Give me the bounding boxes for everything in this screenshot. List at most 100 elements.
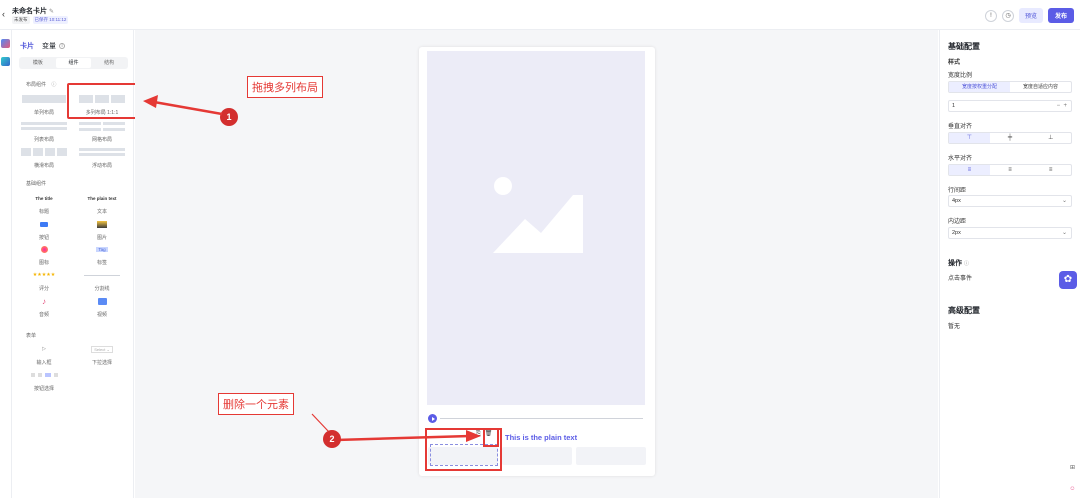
component-label: 按钮	[38, 235, 49, 241]
top-bar: ‹ 未命名卡片 ✎ 未发布 已保存 10:11:12 ! ◷ 预览 发布	[0, 0, 1080, 30]
plain-text[interactable]: This is the plain text	[505, 433, 577, 442]
tab-card[interactable]: 卡片	[20, 41, 34, 51]
list-thumb	[18, 121, 70, 131]
selected-column-outline	[430, 444, 498, 466]
chevron-down-icon: ⌄	[1061, 198, 1067, 204]
row-gap-label: 行间距	[948, 188, 967, 194]
step-badge-1: 1	[220, 108, 238, 126]
component-audio[interactable]: ♪ 音频	[18, 296, 70, 319]
saved-badge: 已保存 10:11:12	[32, 16, 69, 24]
publish-button[interactable]: 发布	[1047, 8, 1074, 23]
card-preview: ⎘ 🗑 This is the plain text	[419, 47, 655, 476]
delete-highlight	[483, 428, 499, 447]
form-section-label: 表单	[26, 333, 37, 339]
column-cell[interactable]	[576, 447, 646, 465]
align-top-icon[interactable]: ⊤	[949, 133, 990, 143]
align-bottom-icon[interactable]: ⊥	[1030, 133, 1071, 143]
qr-icon[interactable]: ⊞	[1068, 464, 1077, 473]
layout-item-label: 网格布局	[91, 137, 112, 143]
progress-track[interactable]	[440, 418, 643, 419]
step-badge-2: 2	[323, 430, 341, 448]
component-label: 图标	[38, 260, 49, 266]
vertical-align-label: 垂直对齐	[948, 124, 973, 130]
width-by-weight[interactable]: 宽度按权重分配	[949, 82, 1010, 92]
width-ratio-segment: 宽度按权重分配 宽度自适应内容	[948, 81, 1072, 93]
seg-structure[interactable]: 结构	[91, 58, 127, 68]
component-tag[interactable]: Tag 标签	[76, 244, 128, 266]
layout-item-label: 列表布局	[33, 137, 54, 143]
text-thumb: The plain text	[76, 193, 128, 203]
status-tags: 未发布 已保存 10:11:12	[12, 16, 69, 24]
title-sample: The title	[35, 195, 53, 201]
edit-icon[interactable]: ✎	[49, 9, 54, 15]
horizontal-scroll-thumb	[18, 147, 70, 157]
app-icon[interactable]	[1, 39, 10, 48]
layout-grid[interactable]: 网格布局	[76, 121, 128, 143]
panel-tabs: 卡片 变量 i	[20, 41, 65, 51]
image-icon	[76, 219, 128, 229]
single-column-thumb	[18, 94, 70, 104]
row-gap-value: 4px	[952, 198, 961, 204]
preview-button[interactable]: 预览	[1018, 8, 1043, 23]
info-icon[interactable]: !	[984, 9, 997, 22]
stepper-buttons[interactable]: − +	[1057, 101, 1067, 111]
seg-template[interactable]: 模板	[20, 58, 56, 68]
align-right-icon[interactable]: ≡	[1030, 165, 1071, 175]
component-label: 图片	[96, 235, 107, 241]
component-title[interactable]: The title 标题	[18, 193, 70, 216]
button-select-thumb	[18, 370, 70, 380]
layout-single-column[interactable]: 单列布局	[18, 94, 70, 116]
padding-select[interactable]: 2px ⌄	[948, 227, 1072, 239]
chevron-left-icon[interactable]: ‹	[2, 9, 5, 19]
vertical-align-segment: ⊤ ╪ ⊥	[948, 132, 1072, 144]
feedback-icon[interactable]: ☺	[1068, 486, 1077, 495]
component-label: 标签	[96, 260, 107, 266]
component-button-select[interactable]: 按钮选择	[18, 370, 70, 392]
component-label: 分割线	[94, 286, 110, 292]
component-video[interactable]: 视频	[76, 296, 128, 318]
component-input[interactable]: ▷ 输入框	[18, 344, 70, 366]
video-icon	[76, 296, 128, 306]
play-icon[interactable]	[428, 414, 437, 423]
panel-segment: 模板 组件 结构	[19, 57, 128, 69]
info-icon: i	[59, 43, 65, 49]
icon-thumb	[18, 244, 70, 254]
tab-variables[interactable]: 变量	[42, 41, 56, 51]
width-ratio-label: 宽度比例	[948, 73, 973, 79]
layout-horizontal-scroll[interactable]: 横滑布局	[18, 147, 70, 169]
seg-components[interactable]: 组件	[55, 58, 92, 68]
component-text[interactable]: The plain text 文本	[76, 193, 128, 216]
card-title[interactable]: 未命名卡片 ✎	[12, 6, 54, 16]
component-icon[interactable]: 图标	[18, 244, 70, 266]
style-label: 样式	[948, 60, 961, 66]
component-image[interactable]: 图片	[76, 219, 128, 241]
align-center-icon[interactable]: ≡	[990, 165, 1031, 175]
component-select[interactable]: Select ⌄ 下拉选择	[76, 344, 128, 366]
align-left-icon[interactable]: ≡	[949, 165, 990, 175]
component-divider[interactable]: 分割线	[76, 270, 128, 292]
callout-drag-multi-column: 拖拽多列布局	[247, 76, 323, 98]
component-rating[interactable]: ★★★★★ 评分	[18, 270, 70, 292]
click-event-label[interactable]: 点击事件	[948, 273, 972, 282]
component-button[interactable]: 按钮	[18, 219, 70, 241]
history-icon[interactable]: ◷	[1001, 9, 1014, 22]
weight-stepper[interactable]: 1 − +	[948, 100, 1072, 112]
star-icon: ★★★★★	[18, 270, 70, 280]
callout-delete-element: 删除一个元素	[218, 393, 294, 415]
layout-list[interactable]: 列表布局	[18, 121, 70, 143]
horizontal-align-segment: ≡ ≡ ≡	[948, 164, 1072, 176]
row-gap-select[interactable]: 4px ⌄	[948, 195, 1072, 207]
assistant-icon[interactable]: ✿	[1059, 271, 1077, 289]
align-middle-icon[interactable]: ╪	[990, 133, 1031, 143]
rating-stars: ★★★★★	[32, 272, 56, 278]
width-auto[interactable]: 宽度自适应内容	[1010, 82, 1071, 92]
canvas-area: ⎘ 🗑 This is the plain text	[135, 30, 938, 498]
image-placeholder[interactable]	[427, 51, 645, 405]
advanced-config-title: 高级配置	[948, 306, 980, 315]
video-progress	[428, 414, 643, 424]
component-label: 下拉选择	[91, 360, 112, 366]
top-actions: ! ◷ 预览 发布	[984, 8, 1074, 23]
column-cell[interactable]	[502, 447, 572, 465]
layout-float[interactable]: 浮动布局	[76, 147, 128, 169]
tool-icon[interactable]	[1, 57, 10, 66]
